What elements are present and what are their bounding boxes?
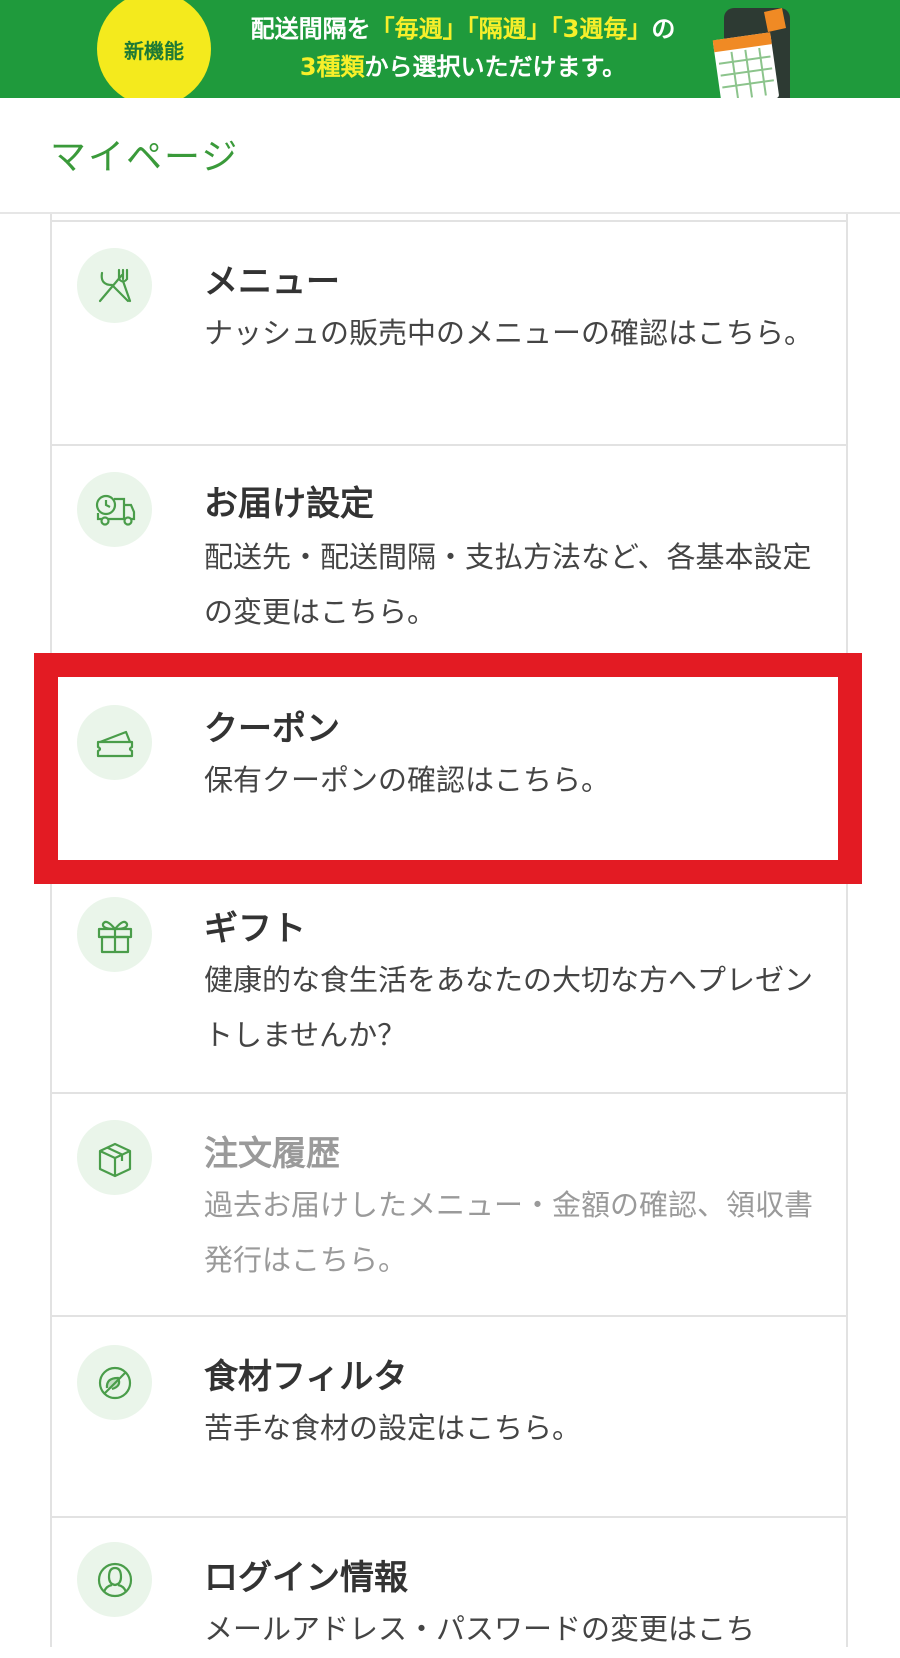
item-title: 食材フィルタ [204,1357,408,1397]
banner-highlight: 「隔週」 [466,15,551,43]
banner-highlight: 3種類 [299,53,365,81]
banner-text-part: の [651,15,676,43]
ingredient-filter-icon [77,1345,152,1420]
item-description: 健康的な食生活をあなたの大切な方へプレゼントしませんか？ [204,963,814,1052]
item-description: 過去お届けしたメニュー・金額の確認、領収書発行はこちら。 [204,1188,814,1277]
menu-item-coupon[interactable]: クーポン 保有クーポンの確認はこちら。 [52,669,846,869]
item-description: 苦手な食材の設定はこちら。 [204,1411,582,1445]
menu-item-login-info[interactable]: ログイン情報 メールアドレス・パスワードの変更はこち [52,1518,846,1658]
item-title: ギフト [204,909,306,949]
page-title: マイページ [50,137,240,178]
delivery-truck-icon [77,472,152,547]
menu-item-ingredient-filter[interactable]: 食材フィルタ 苦手な食材の設定はこちら。 [52,1317,846,1518]
banner-highlight: 「毎週」 [370,15,467,43]
fork-knife-icon [77,248,152,323]
menu-item-delivery-settings[interactable]: お届け設定 配送先・配送間隔・支払方法など、各基本設定の変更はこちら。 [52,446,846,669]
item-description: 配送先・配送間隔・支払方法など、各基本設定の変更はこちら。 [204,540,812,629]
banner-line-1: 配送間隔を「毎週」「隔週」「3週毎」の [228,10,698,48]
badge-label: 新機能 [124,38,184,63]
menu-item-order-history[interactable]: 注文履歴 過去お届けしたメニュー・金額の確認、領収書発行はこちら。 [52,1094,846,1317]
box-icon [77,1120,152,1195]
banner-text-part: から選択いただけます。 [364,53,627,81]
item-title: ログイン情報 [204,1558,408,1598]
item-title: 注文履歴 [204,1134,340,1174]
banner-line-2: 3種類から選択いただけます。 [228,48,698,86]
banner-highlight: 「3週毎」 [550,15,652,43]
page-header: マイページ [0,98,900,214]
calendar-phone-icon [712,8,790,98]
feature-banner[interactable]: 新機能 配送間隔を「毎週」「隔週」「3週毎」の 3種類から選択いただけます。 [0,0,900,98]
item-title: メニュー [204,262,340,302]
item-title: クーポン [204,709,340,749]
menu-item-gift[interactable]: ギフト 健康的な食生活をあなたの大切な方へプレゼントしませんか？ [52,869,846,1094]
item-description: 保有クーポンの確認はこちら。 [204,763,611,797]
new-feature-badge: 新機能 [97,0,211,98]
item-description: ナッシュの販売中のメニューの確認はこちら。 [204,316,814,350]
coupon-icon [77,705,152,780]
item-title: お届け設定 [204,484,374,524]
gift-icon [77,897,152,972]
user-icon [77,1542,152,1617]
item-description: メールアドレス・パスワードの変更はこち [204,1612,756,1646]
banner-text-part: 配送間隔を [250,15,371,43]
menu-item-menu[interactable]: メニュー ナッシュの販売中のメニューの確認はこちら。 [52,222,846,446]
banner-text: 配送間隔を「毎週」「隔週」「3週毎」の 3種類から選択いただけます。 [228,10,698,86]
